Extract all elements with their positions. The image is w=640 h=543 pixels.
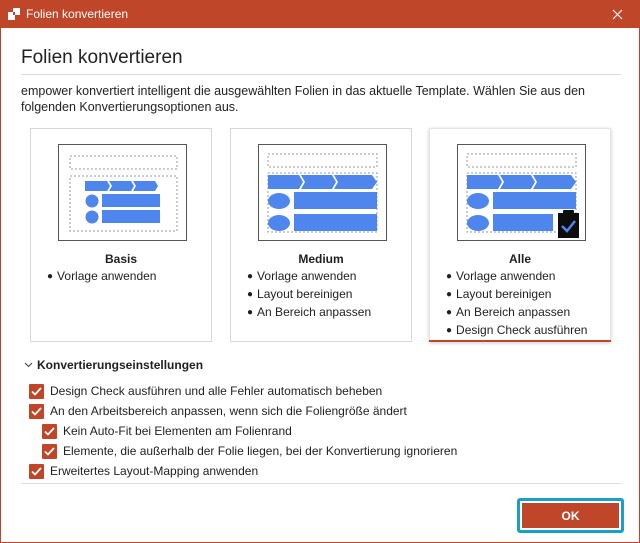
checkbox[interactable]	[29, 463, 44, 479]
slide-preview	[457, 144, 586, 241]
layout-preview-basic-icon	[69, 155, 178, 232]
checkbox[interactable]	[29, 403, 44, 419]
settings-section-header[interactable]: Konvertierungseinstellungen	[37, 358, 203, 372]
list-item: Vorlage anwenden	[47, 268, 156, 286]
checkmark-icon	[44, 426, 55, 436]
checkmark-icon	[31, 406, 42, 416]
page-title: Folien konvertieren	[21, 47, 183, 68]
option-fit-workspace[interactable]: An den Arbeitsbereich anpassen, wenn sic…	[29, 403, 407, 419]
option-card-alle[interactable]: Alle Vorlage anwenden Layout bereinigen …	[429, 128, 611, 342]
divider	[21, 483, 621, 484]
card-title: Medium	[298, 252, 344, 266]
list-item: Layout bereinigen	[247, 286, 371, 304]
dialog-window: Folien konvertieren Folien konvertieren …	[0, 0, 640, 543]
layout-preview-medium-icon	[267, 153, 378, 233]
selected-indicator	[429, 340, 611, 342]
list-item: Vorlage anwenden	[247, 268, 371, 286]
option-label: An den Arbeitsbereich anpassen, wenn sic…	[50, 404, 407, 418]
app-icon	[8, 8, 20, 20]
clipboard-check-icon	[558, 210, 579, 238]
option-ignore-offslide[interactable]: Elemente, die außerhalb der Folie liegen…	[42, 443, 457, 459]
checkmark-icon	[31, 386, 42, 396]
checkbox[interactable]	[42, 423, 57, 439]
checkmark-icon	[44, 446, 55, 456]
slide-preview	[258, 144, 387, 241]
list-item: Layout bereinigen	[446, 286, 587, 304]
option-card-medium[interactable]: Medium Vorlage anwenden Layout bereinige…	[230, 128, 412, 342]
option-label: Design Check ausführen und alle Fehler a…	[50, 384, 383, 398]
option-label: Erweitertes Layout-Mapping anwenden	[50, 464, 259, 478]
feature-list: Vorlage anwenden Layout bereinigen An Be…	[446, 268, 587, 340]
title-bar[interactable]: Folien konvertieren	[1, 1, 639, 28]
list-item: Design Check ausführen	[446, 322, 587, 340]
option-card-basis[interactable]: Basis Vorlage anwenden	[30, 128, 212, 342]
card-title: Basis	[104, 252, 138, 266]
option-design-check[interactable]: Design Check ausführen und alle Fehler a…	[29, 383, 382, 399]
card-title: Alle	[508, 252, 531, 266]
option-no-autofit[interactable]: Kein Auto-Fit bei Elementen am Folienran…	[42, 423, 292, 439]
window-title: Folien konvertieren	[26, 7, 129, 21]
option-label: Kein Auto-Fit bei Elementen am Folienran…	[63, 424, 292, 438]
checkbox[interactable]	[42, 443, 57, 459]
list-item: An Bereich anpassen	[247, 304, 371, 322]
description-text: empower konvertiert intelligent die ausg…	[21, 84, 585, 114]
close-icon	[612, 9, 622, 20]
close-button[interactable]	[595, 1, 639, 28]
list-item: Vorlage anwenden	[446, 268, 587, 286]
checkbox[interactable]	[29, 383, 44, 399]
feature-list: Vorlage anwenden	[47, 268, 156, 286]
list-item: An Bereich anpassen	[446, 304, 587, 322]
option-extended-mapping[interactable]: Erweitertes Layout-Mapping anwenden	[29, 463, 258, 479]
slide-preview	[58, 144, 187, 241]
checkmark-icon	[31, 466, 42, 476]
ok-button[interactable]: OK	[522, 503, 619, 528]
divider	[21, 74, 621, 75]
feature-list: Vorlage anwenden Layout bereinigen An Be…	[247, 268, 371, 322]
chevron-down-icon[interactable]	[24, 362, 33, 368]
option-label: Elemente, die außerhalb der Folie liegen…	[63, 444, 458, 458]
ok-button-focus-ring: OK	[517, 498, 624, 533]
